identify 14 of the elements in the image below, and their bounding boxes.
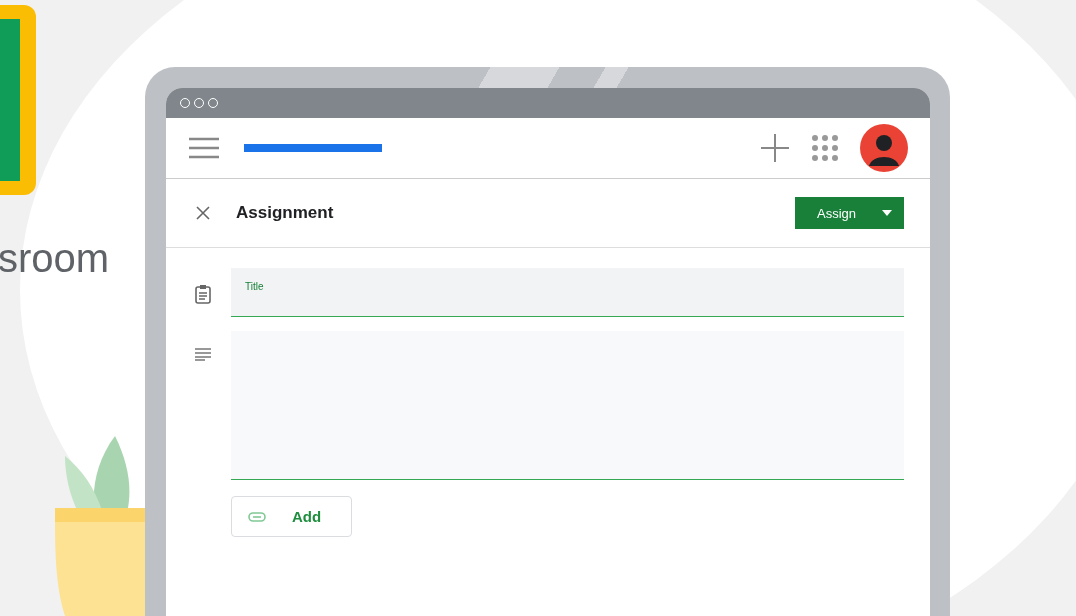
add-icon[interactable]: [760, 133, 790, 163]
description-field[interactable]: [231, 331, 904, 480]
caret-icon[interactable]: [882, 210, 893, 216]
close-icon[interactable]: [196, 206, 210, 220]
clipboard-icon: [195, 284, 211, 304]
title-field[interactable]: Title: [231, 268, 904, 317]
avatar-icon[interactable]: [860, 124, 908, 172]
dialog-title: Assignment: [236, 203, 334, 223]
add-button[interactable]: Add: [231, 496, 352, 537]
apps-grid-icon[interactable]: [810, 133, 840, 163]
text-lines-icon: [195, 347, 211, 361]
assign-button[interactable]: Assign: [795, 197, 904, 229]
paperclip-icon: [248, 511, 266, 522]
menu-icon[interactable]: [189, 137, 219, 159]
